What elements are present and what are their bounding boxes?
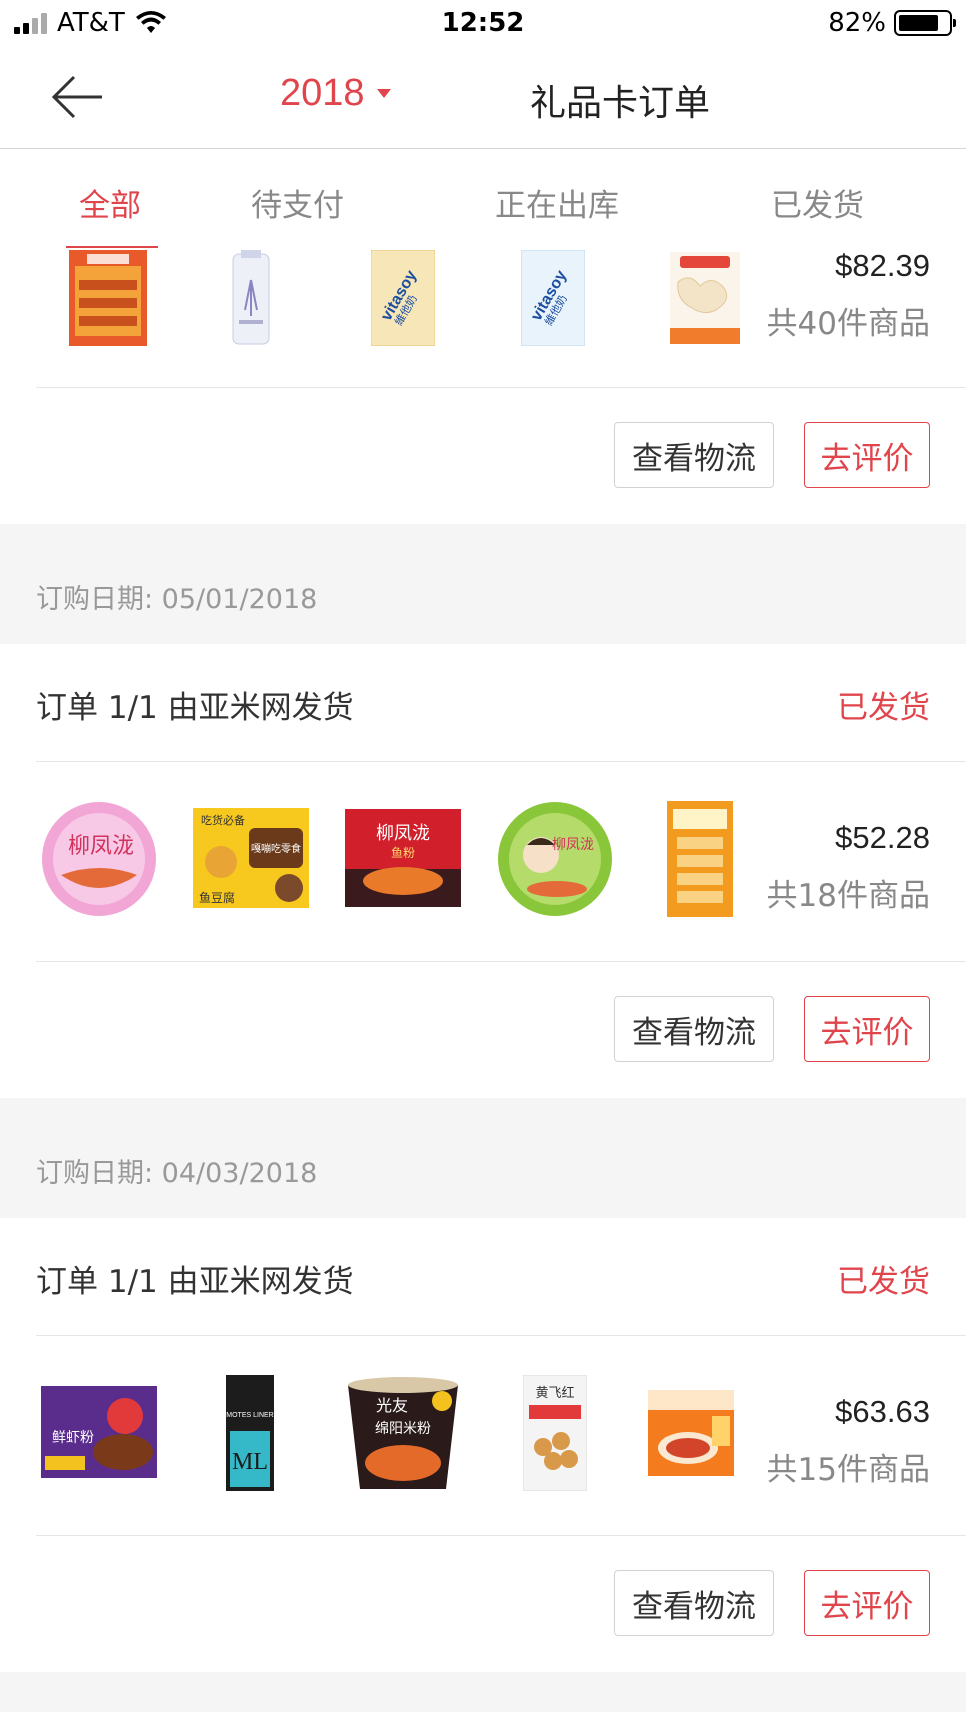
- nav-bar: 2018 礼品卡订单: [0, 48, 966, 149]
- year-label: 2018: [280, 72, 365, 114]
- review-button[interactable]: 去评价: [804, 996, 930, 1062]
- review-button[interactable]: 去评价: [804, 1570, 930, 1636]
- order-total: $63.63: [835, 1394, 930, 1429]
- item-count: 共40件商品: [766, 306, 930, 342]
- status-time: 12:52: [441, 8, 525, 38]
- svg-text:柳凤泷: 柳凤泷: [376, 823, 430, 844]
- product-thumbnail[interactable]: 柳凤泷: [496, 800, 614, 918]
- product-thumbnail[interactable]: 柳凤泷: [40, 800, 158, 918]
- svg-text:柳凤泷: 柳凤泷: [552, 836, 594, 853]
- product-thumbnail[interactable]: 鲜虾粉: [40, 1380, 158, 1484]
- order-header: 订单 1/1 由亚米网发货 已发货: [0, 644, 966, 761]
- product-image: 黄飞红: [523, 1375, 587, 1491]
- svg-text:鲜虾粉: 鲜虾粉: [52, 1430, 94, 1446]
- product-thumbnail[interactable]: 吃货必备 嘎嘣吃零食 鱼豆腐: [192, 806, 310, 910]
- product-thumbnails[interactable]: vitasoy 維他奶 vitasoy 維他奶 $82.39 共40件商品: [0, 248, 966, 387]
- order-list: vitasoy 維他奶 vitasoy 維他奶 $82.39 共40件商品 查看…: [0, 248, 966, 1712]
- svg-text:吃货必备: 吃货必备: [201, 813, 245, 827]
- product-thumbnail[interactable]: 黄飞红: [520, 1374, 590, 1492]
- order-date-header: 订购日期: 04/03/2018: [0, 1098, 966, 1218]
- svg-text:MOTES LINER: MOTES LINER: [226, 1412, 273, 1419]
- order-status: 已发货: [837, 1264, 930, 1300]
- order-date-header: 订购日期: 05/01/2018: [0, 524, 966, 644]
- product-image: [670, 252, 740, 344]
- tab-all[interactable]: 全部: [79, 180, 141, 225]
- order-title: 订单 1/1 由亚米网发货: [36, 1264, 354, 1300]
- battery-percent: 82%: [828, 8, 886, 38]
- svg-text:柳凤泷: 柳凤泷: [68, 834, 134, 859]
- tab-outbound[interactable]: 正在出库: [495, 180, 619, 225]
- order-actions: 查看物流 去评价: [0, 388, 966, 524]
- svg-text:黄飞红: 黄飞红: [535, 1385, 574, 1401]
- product-thumbnail[interactable]: 光友 绵阳米粉: [344, 1374, 462, 1492]
- product-image: 吃货必备 嘎嘣吃零食 鱼豆腐: [193, 808, 309, 908]
- back-arrow-icon[interactable]: [50, 74, 106, 120]
- tab-shipped[interactable]: 已发货: [771, 180, 864, 225]
- svg-text:鱼豆腐: 鱼豆腐: [199, 890, 235, 905]
- product-thumbnail[interactable]: [646, 1388, 736, 1478]
- order-status: 已发货: [837, 690, 930, 726]
- svg-text:嘎嘣吃零食: 嘎嘣吃零食: [251, 842, 301, 855]
- product-image: vitasoy 維他奶: [371, 250, 435, 346]
- product-thumbnail[interactable]: [660, 250, 750, 346]
- product-thumbnails[interactable]: 鲜虾粉 MOTES LINER ML 光友 绵阳米粉 黄飞红 $63.63 共1…: [0, 1336, 966, 1535]
- product-thumbnail[interactable]: vitasoy 維他奶: [508, 250, 598, 346]
- product-image: 光友 绵阳米粉: [348, 1377, 458, 1489]
- status-bar: AT&T 12:52 82%: [0, 0, 966, 48]
- product-image: 柳凤泷 鱼粉: [345, 809, 461, 907]
- order-summary: $82.39 共40件商品: [767, 248, 930, 343]
- order-title: 订单 1/1 由亚米网发货: [36, 690, 354, 726]
- review-button[interactable]: 去评价: [804, 422, 930, 488]
- view-logistics-button[interactable]: 查看物流: [614, 1570, 774, 1636]
- svg-text:绵阳米粉: 绵阳米粉: [375, 1420, 431, 1437]
- order-actions: 查看物流 去评价: [0, 1536, 966, 1672]
- order-card[interactable]: vitasoy 維他奶 vitasoy 維他奶 $82.39 共40件商品 查看…: [0, 248, 966, 524]
- product-thumbnail[interactable]: [660, 800, 740, 918]
- order-header: 订单 1/1 由亚米网发货 已发货: [0, 1218, 966, 1335]
- status-right: 82%: [828, 8, 956, 38]
- view-logistics-button[interactable]: 查看物流: [614, 996, 774, 1062]
- battery-icon: [894, 10, 956, 36]
- item-count: 共18件商品: [766, 878, 930, 914]
- order-date: 订购日期: 05/01/2018: [36, 584, 318, 615]
- page-title: 礼品卡订单: [530, 83, 711, 124]
- item-count: 共15件商品: [766, 1452, 930, 1488]
- product-thumbnail[interactable]: vitasoy 維他奶: [358, 250, 448, 346]
- svg-text:鱼粉: 鱼粉: [391, 846, 415, 860]
- product-image: [667, 801, 733, 917]
- order-date: 订购日期: 04/03/2018: [36, 1158, 318, 1189]
- caret-down-icon: [376, 89, 391, 98]
- order-card[interactable]: 订单 1/1 由亚米网发货 已发货 柳凤泷 吃货必备 嘎嘣吃零食 鱼豆腐 柳凤泷…: [0, 644, 966, 1098]
- product-image: 柳凤泷: [498, 802, 612, 916]
- order-tabs: 全部 待支付 正在出库 已发货: [0, 150, 966, 249]
- product-image: 鲜虾粉: [41, 1386, 157, 1478]
- product-image: vitasoy 維他奶: [521, 250, 585, 346]
- product-image: MOTES LINER ML: [226, 1375, 274, 1491]
- product-thumbnail[interactable]: 柳凤泷 鱼粉: [344, 806, 462, 910]
- order-actions: 查看物流 去评价: [0, 962, 966, 1098]
- product-image: [69, 250, 147, 346]
- product-thumbnail[interactable]: [206, 250, 296, 346]
- product-thumbnail[interactable]: [60, 250, 156, 346]
- product-image: [648, 1390, 734, 1476]
- product-thumbnail[interactable]: MOTES LINER ML: [220, 1374, 280, 1492]
- order-total: $82.39: [835, 248, 930, 283]
- svg-text:ML: ML: [232, 1449, 268, 1475]
- list-footer-gap: [0, 1672, 966, 1712]
- product-image: [232, 250, 270, 345]
- order-summary: $63.63 共15件商品: [767, 1394, 930, 1489]
- product-image: 柳凤泷: [42, 802, 156, 916]
- year-selector[interactable]: 2018: [280, 72, 391, 115]
- order-total: $52.28: [835, 820, 930, 855]
- product-thumbnails[interactable]: 柳凤泷 吃货必备 嘎嘣吃零食 鱼豆腐 柳凤泷 鱼粉 柳凤泷 $52.28 共18…: [0, 762, 966, 961]
- svg-text:光友: 光友: [376, 1396, 408, 1415]
- view-logistics-button[interactable]: 查看物流: [614, 422, 774, 488]
- tab-pending-payment[interactable]: 待支付: [251, 180, 344, 225]
- order-summary: $52.28 共18件商品: [767, 820, 930, 915]
- order-card[interactable]: 订单 1/1 由亚米网发货 已发货 鲜虾粉 MOTES LINER ML 光友 …: [0, 1218, 966, 1672]
